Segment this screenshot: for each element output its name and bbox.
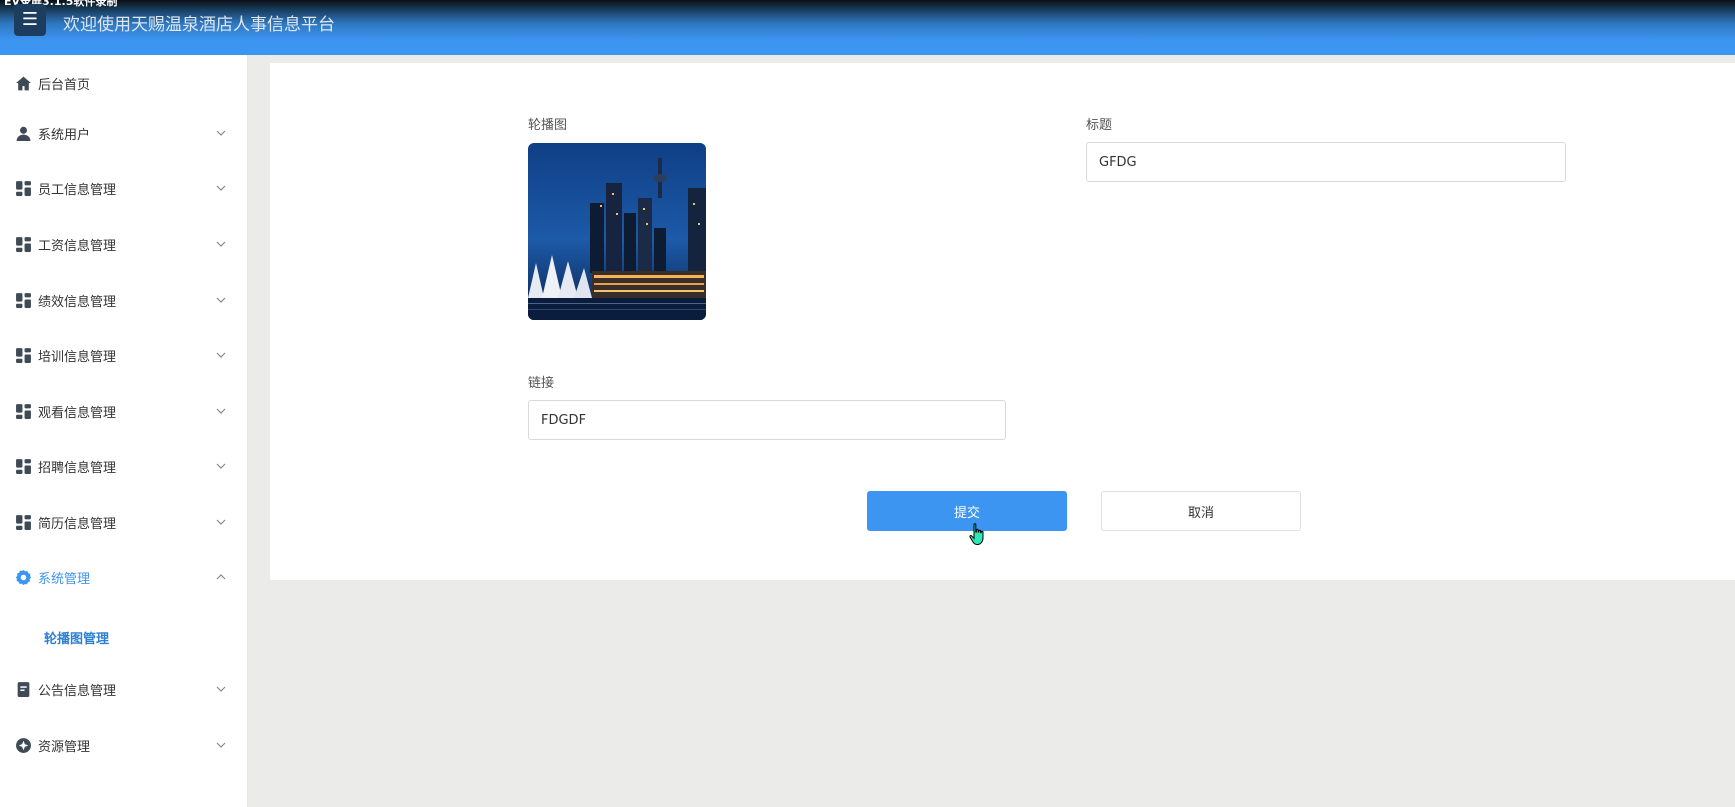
chevron-down-icon (216, 519, 226, 525)
sidebar-item-viewing-info[interactable]: 观看信息管理 (0, 386, 248, 436)
sidebar-item-resource-management[interactable]: 资源管理 (0, 720, 248, 770)
sidebar-item-label: 系统用户 (38, 127, 91, 143)
sidebar-item-salary-info[interactable]: 工资信息管理 (0, 219, 248, 269)
chevron-down-icon (216, 352, 226, 358)
chevron-down-icon (216, 241, 226, 247)
user-icon (16, 126, 31, 141)
grid-icon (16, 403, 31, 419)
sidebar: 后台首页 系统用户 员工信息管理 工资信息管理 绩效信息管理 培训信息管理 观看… (0, 55, 248, 807)
notice-icon (17, 681, 30, 697)
grid-icon (16, 347, 31, 363)
sidebar-item-notice-info[interactable]: 公告信息管理 (0, 664, 248, 714)
link-field-label: 链接 (528, 376, 555, 391)
sidebar-item-label: 工资信息管理 (38, 238, 117, 254)
link-input[interactable] (528, 400, 1006, 440)
sidebar-item-label: 培训信息管理 (38, 349, 117, 365)
cancel-button[interactable]: 取消 (1101, 491, 1301, 531)
grid-icon (16, 180, 31, 196)
sidebar-item-label: 员工信息管理 (38, 182, 117, 198)
sidebar-item-label: 公告信息管理 (38, 683, 117, 699)
sidebar-subitem-label: 轮播图管理 (44, 631, 110, 647)
sidebar-item-system-management[interactable]: 系统管理 (0, 552, 248, 602)
sidebar-item-label: 后台首页 (38, 77, 91, 93)
sidebar-item-home[interactable]: 后台首页 (0, 58, 248, 108)
submit-button[interactable]: 提交 (867, 491, 1067, 531)
chevron-down-icon (216, 185, 226, 191)
chevron-down-icon (216, 297, 226, 303)
title-field-label: 标题 (1086, 118, 1113, 133)
home-icon (16, 76, 31, 90)
hamburger-icon: ☰ (21, 9, 39, 30)
sidebar-subitem-carousel-management[interactable]: 轮播图管理 (0, 617, 248, 657)
carousel-image-label: 轮播图 (528, 118, 568, 133)
chevron-down-icon (216, 686, 226, 692)
city-skyline-image (528, 143, 706, 320)
sidebar-item-label: 观看信息管理 (38, 405, 117, 421)
sidebar-item-resume-info[interactable]: 简历信息管理 (0, 497, 248, 547)
sidebar-item-label: 资源管理 (38, 739, 91, 755)
top-header: EV录屏3.1.5软件录制 ☰ 欢迎使用天赐温泉酒店人事信息平台 (0, 0, 1735, 55)
chevron-down-icon (216, 130, 226, 136)
chevron-down-icon (216, 742, 226, 748)
carousel-image-thumbnail[interactable] (528, 143, 706, 320)
sidebar-item-label: 系统管理 (38, 571, 91, 587)
grid-icon (16, 292, 31, 308)
sidebar-item-label: 招聘信息管理 (38, 460, 117, 476)
hamburger-menu-button[interactable]: ☰ (14, 4, 46, 36)
app-title: 欢迎使用天赐温泉酒店人事信息平台 (63, 15, 335, 35)
resource-icon (16, 737, 31, 753)
sidebar-item-employee-info[interactable]: 员工信息管理 (0, 163, 248, 213)
sidebar-item-system-users[interactable]: 系统用户 (0, 108, 248, 158)
chevron-up-icon (216, 574, 226, 580)
sidebar-item-training-info[interactable]: 培训信息管理 (0, 330, 248, 380)
sidebar-item-recruitment-info[interactable]: 招聘信息管理 (0, 441, 248, 491)
settings-icon (15, 569, 32, 585)
grid-icon (16, 458, 31, 474)
chevron-down-icon (216, 408, 226, 414)
sidebar-item-label: 简历信息管理 (38, 516, 117, 532)
title-input[interactable] (1086, 142, 1566, 182)
sidebar-item-performance-info[interactable]: 绩效信息管理 (0, 275, 248, 325)
chevron-down-icon (216, 463, 226, 469)
grid-icon (16, 236, 31, 252)
grid-icon (16, 514, 31, 530)
sidebar-item-label: 绩效信息管理 (38, 294, 117, 310)
